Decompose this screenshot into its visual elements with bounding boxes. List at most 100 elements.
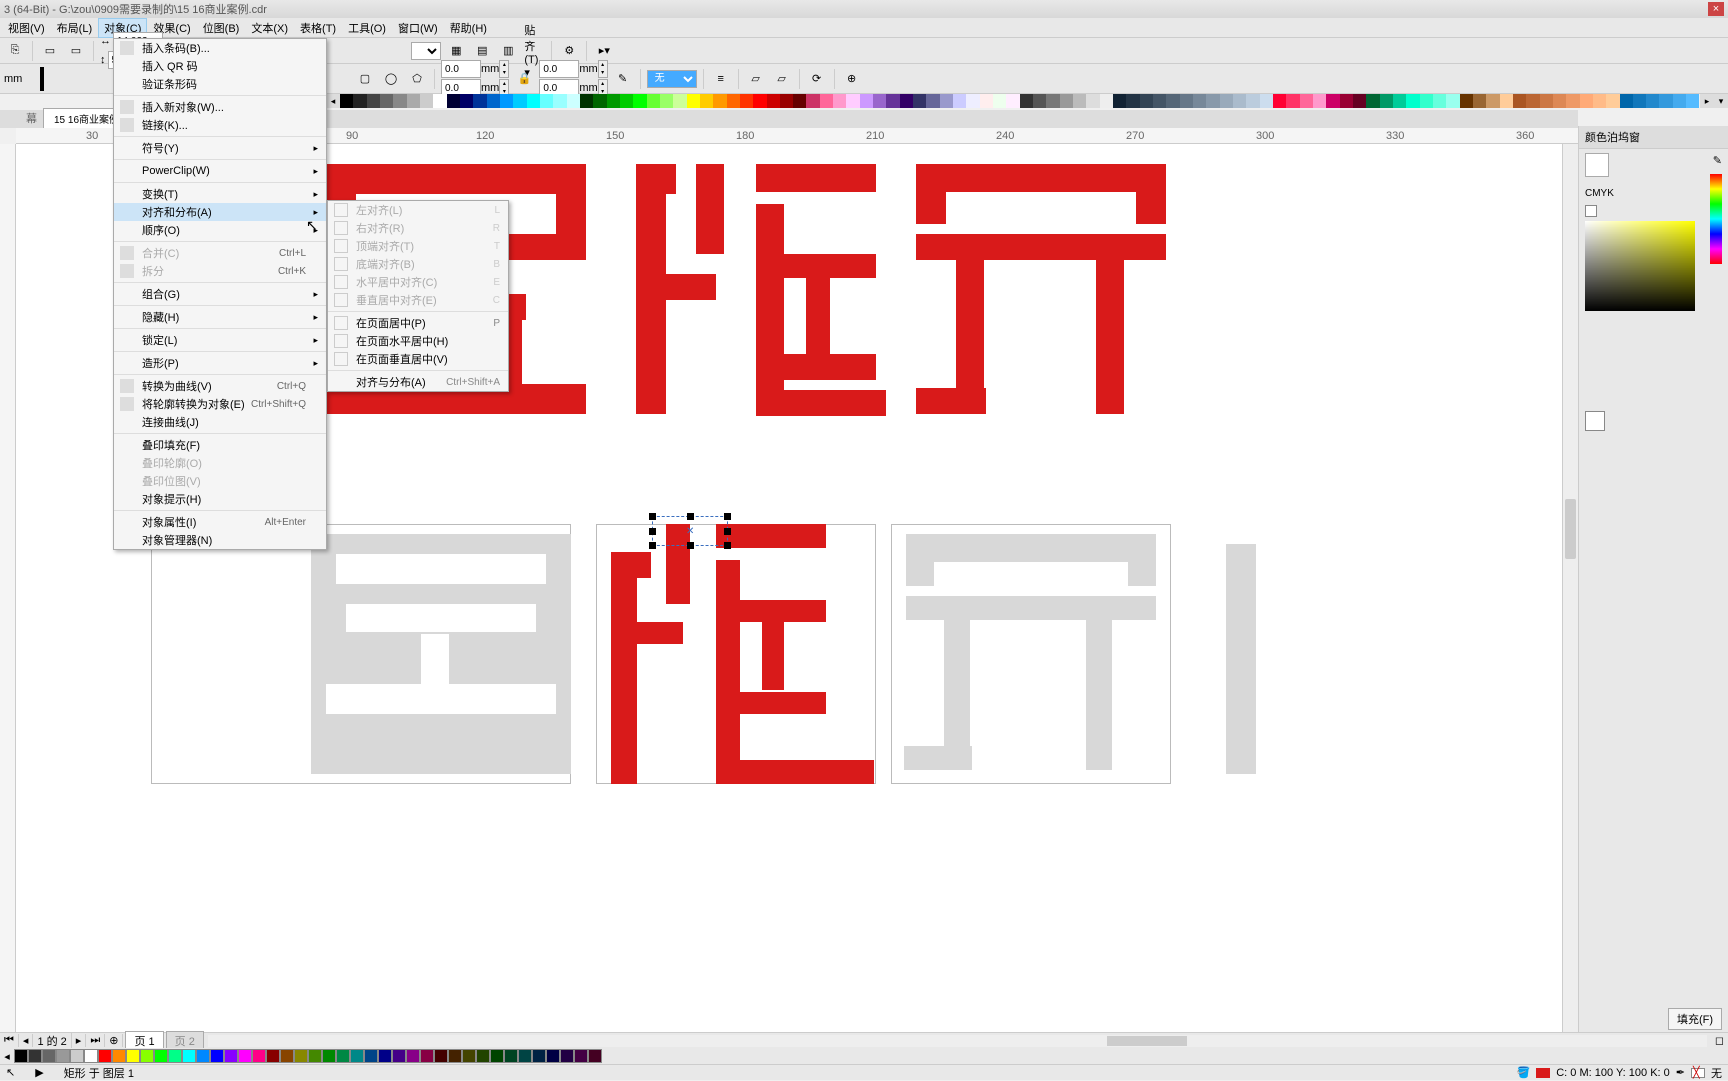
color-swatch[interactable] [1153, 94, 1166, 108]
back-icon[interactable]: ▱ [771, 68, 793, 90]
color-swatch[interactable] [462, 1049, 476, 1063]
color-swatch[interactable] [1460, 94, 1473, 108]
color-swatch[interactable] [1166, 94, 1179, 108]
copy-icon[interactable]: ⎘ [4, 40, 26, 62]
scrollbar-vertical[interactable] [1562, 144, 1578, 1032]
color-swatch[interactable] [966, 94, 979, 108]
menu-item[interactable]: 插入条码(B)... [114, 39, 326, 57]
color-swatch[interactable] [1193, 94, 1206, 108]
color-swatch[interactable] [1513, 94, 1526, 108]
palette-right-arrow[interactable]: ▸ [1700, 94, 1714, 108]
menu-item[interactable]: 链接(K)... [114, 116, 326, 134]
color-model-label[interactable]: CMYK [1579, 184, 1728, 203]
color-swatch[interactable] [322, 1049, 336, 1063]
color-swatch[interactable] [56, 1049, 70, 1063]
color-swatch[interactable] [1286, 94, 1299, 108]
pencil-icon[interactable]: ✎ [612, 68, 634, 90]
color-swatch[interactable] [1006, 94, 1019, 108]
color-swatch[interactable] [1406, 94, 1419, 108]
ellipse-icon[interactable]: ◯ [380, 68, 402, 90]
menu-text[interactable]: 文本(X) [245, 18, 294, 38]
color-swatch[interactable] [806, 94, 819, 108]
eyedropper-icon[interactable]: ✎ [1713, 154, 1722, 167]
color-swatch[interactable] [913, 94, 926, 108]
color-swatch[interactable] [1580, 94, 1593, 108]
color-swatch[interactable] [1646, 94, 1659, 108]
color-swatch[interactable] [84, 1049, 98, 1063]
color-swatch[interactable] [713, 94, 726, 108]
color-swatch[interactable] [993, 94, 1006, 108]
color-swatch[interactable] [873, 94, 886, 108]
color-swatch[interactable] [433, 94, 446, 108]
color-swatch[interactable] [727, 94, 740, 108]
menu-item[interactable]: 对象管理器(N) [114, 531, 326, 549]
color-swatch[interactable] [210, 1049, 224, 1063]
guides-icon[interactable]: ▥ [497, 40, 519, 62]
color-swatch[interactable] [513, 94, 526, 108]
color-swatch[interactable] [14, 1049, 28, 1063]
color-swatch[interactable] [500, 94, 513, 108]
color-swatch[interactable] [1633, 94, 1646, 108]
submenu-item[interactable]: 在页面居中(P)P [328, 314, 508, 332]
menu-item[interactable]: 验证条形码 [114, 75, 326, 93]
color-swatch[interactable] [1673, 94, 1686, 108]
menu-item[interactable]: 组合(G)▸ [114, 285, 326, 303]
color-swatch[interactable] [1073, 94, 1086, 108]
menu-item[interactable]: 插入 QR 码 [114, 57, 326, 75]
color-swatch[interactable] [1606, 94, 1619, 108]
menu-item[interactable]: 连接曲线(J) [114, 413, 326, 431]
color-swatch[interactable] [620, 94, 633, 108]
color-swatch[interactable] [1180, 94, 1193, 108]
color-swatch[interactable] [1313, 94, 1326, 108]
color-swatch[interactable] [1126, 94, 1139, 108]
color-swatch[interactable] [407, 94, 420, 108]
color-swatch[interactable] [392, 1049, 406, 1063]
color-swatch[interactable] [420, 94, 433, 108]
color-swatch[interactable] [546, 1049, 560, 1063]
menu-item[interactable]: 将轮廓转换为对象(E)Ctrl+Shift+Q [114, 395, 326, 413]
color-swatch[interactable] [793, 94, 806, 108]
spin[interactable]: ▴▾ [499, 60, 509, 78]
color-swatch[interactable] [860, 94, 873, 108]
color-swatch[interactable] [767, 94, 780, 108]
color-picker-square[interactable] [1585, 221, 1695, 311]
current-color-swatch[interactable] [1585, 153, 1609, 177]
status-fill-swatch[interactable] [1536, 1068, 1550, 1078]
color-swatch[interactable] [473, 94, 486, 108]
color-swatch[interactable] [1033, 94, 1046, 108]
color-swatch[interactable] [434, 1049, 448, 1063]
color-swatch[interactable] [1353, 94, 1366, 108]
color-swatch[interactable] [168, 1049, 182, 1063]
add-icon[interactable]: ⊕ [841, 68, 863, 90]
color-swatch[interactable] [1206, 94, 1219, 108]
page-add-icon[interactable]: ⊕ [105, 1034, 123, 1047]
color-swatch[interactable] [980, 94, 993, 108]
menu-item[interactable]: 叠印填充(F) [114, 436, 326, 454]
color-swatch[interactable] [1593, 94, 1606, 108]
color-swatch[interactable] [567, 94, 580, 108]
color-swatch[interactable] [1473, 94, 1486, 108]
color-swatch[interactable] [753, 94, 766, 108]
color-swatch[interactable] [833, 94, 846, 108]
menu-item[interactable]: 造形(P)▸ [114, 354, 326, 372]
color-swatch[interactable] [1100, 94, 1113, 108]
color-swatch[interactable] [1246, 94, 1259, 108]
color-swatch[interactable] [378, 1049, 392, 1063]
color-swatch[interactable] [353, 94, 366, 108]
color-swatch[interactable] [607, 94, 620, 108]
color-swatch[interactable] [560, 1049, 574, 1063]
color-swatch[interactable] [780, 94, 793, 108]
menu-table[interactable]: 表格(T) [294, 18, 342, 38]
color-swatch[interactable] [367, 94, 380, 108]
menu-tools[interactable]: 工具(O) [342, 18, 392, 38]
color-swatch[interactable] [1340, 94, 1353, 108]
color-none-icon[interactable] [1585, 205, 1597, 217]
color-swatch[interactable] [673, 94, 686, 108]
palette-left-arrow[interactable]: ◂ [326, 94, 340, 108]
color-swatch[interactable] [1526, 94, 1539, 108]
menu-window[interactable]: 窗口(W) [392, 18, 444, 38]
color-swatch[interactable] [588, 1049, 602, 1063]
align-dropdown[interactable]: 贴齐(T) ▾ [523, 40, 545, 62]
page-next-icon[interactable]: ▸ [72, 1034, 87, 1047]
zoom-select[interactable] [411, 42, 441, 60]
